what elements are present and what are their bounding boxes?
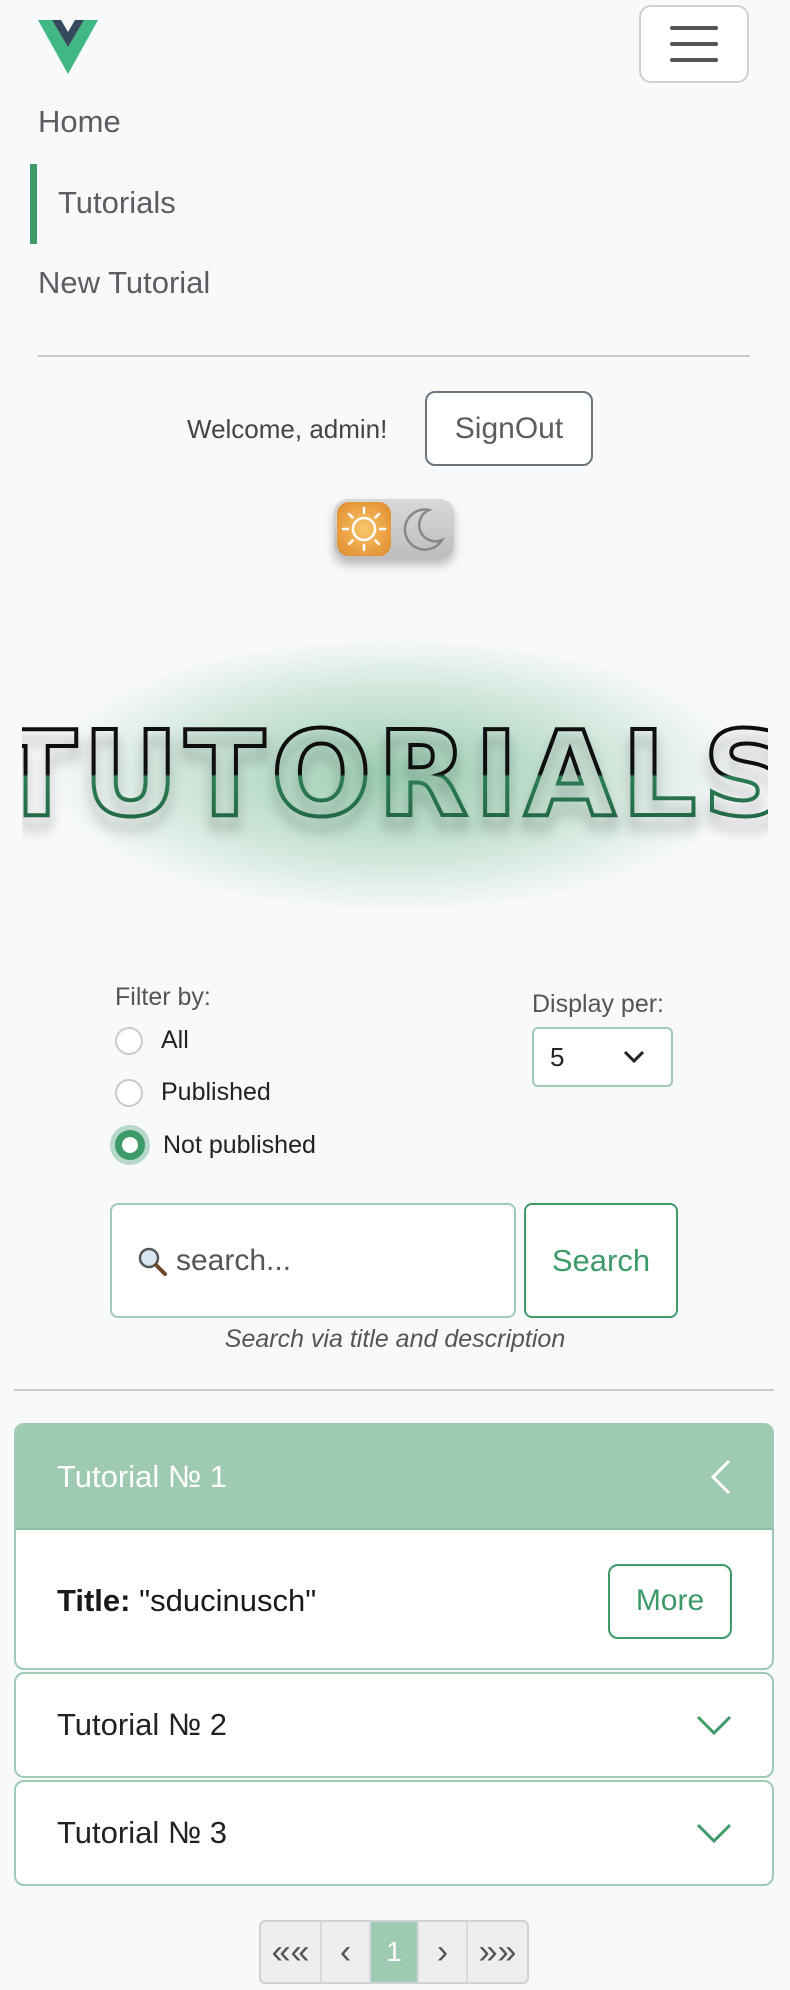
theme-toggle[interactable] <box>334 499 454 559</box>
display-per-label: Display per: <box>532 990 664 1018</box>
search-hint: Search via title and description <box>224 1325 566 1353</box>
prev-page-button[interactable]: ‹ <box>322 1922 371 1982</box>
signout-button[interactable]: SignOut <box>425 391 593 466</box>
nav-item-tutorials[interactable]: Tutorials <box>58 185 176 221</box>
hamburger-icon <box>670 26 718 30</box>
tutorial-item: Tutorial № 2 <box>14 1672 774 1778</box>
tutorial-item: Tutorial № 1 Title: "sducinusch" More <box>14 1423 774 1670</box>
moon-icon <box>403 508 446 551</box>
nav-active-indicator <box>30 164 37 244</box>
filter-option-not-published[interactable]: Not published <box>115 1130 316 1160</box>
radio-all[interactable] <box>115 1026 143 1055</box>
sun-icon <box>337 502 391 556</box>
chevron-down-icon <box>696 1715 732 1736</box>
welcome-text: Welcome, admin! <box>187 414 388 444</box>
svg-text:TUTORIALS: TUTORIALS <box>22 705 768 843</box>
tutorial-title: Title: "sducinusch" <box>57 1583 317 1618</box>
page-1-button[interactable]: 1 <box>371 1922 419 1982</box>
pagination: «« ‹ 1 › »» <box>259 1920 529 1984</box>
page-banner-title: TUTORIALS TUTORIALS <box>22 703 768 845</box>
search-icon <box>138 1247 167 1276</box>
nav-item-new-tutorial[interactable]: New Tutorial <box>38 265 210 301</box>
search-button[interactable]: Search <box>524 1203 678 1318</box>
tutorial-header[interactable]: Tutorial № 1 <box>16 1425 772 1530</box>
chevron-down-icon <box>696 1823 732 1844</box>
menu-toggle-button[interactable] <box>639 5 749 83</box>
chevron-down-icon <box>623 1050 645 1064</box>
display-per-select[interactable]: 5 <box>532 1027 673 1087</box>
radio-published[interactable] <box>115 1078 143 1107</box>
tutorial-item: Tutorial № 3 <box>14 1780 774 1886</box>
nav-item-home[interactable]: Home <box>38 104 121 140</box>
nav-divider <box>38 355 750 357</box>
tutorial-header[interactable]: Tutorial № 2 <box>16 1674 772 1776</box>
filter-option-published[interactable]: Published <box>115 1078 271 1107</box>
last-page-button[interactable]: »» <box>468 1922 527 1982</box>
more-button[interactable]: More <box>608 1563 732 1639</box>
filter-option-all[interactable]: All <box>115 1026 189 1055</box>
tutorial-header[interactable]: Tutorial № 3 <box>16 1782 772 1884</box>
next-page-button[interactable]: › <box>419 1922 468 1982</box>
vue-logo[interactable] <box>38 20 98 74</box>
filter-label: Filter by: <box>115 983 211 1011</box>
first-page-button[interactable]: «« <box>261 1922 322 1982</box>
radio-not-published[interactable] <box>115 1130 145 1160</box>
tutorial-body: Title: "sducinusch" More <box>16 1530 772 1668</box>
chevron-left-icon <box>710 1459 731 1494</box>
content-divider <box>14 1389 774 1391</box>
search-input[interactable]: search... <box>110 1203 516 1318</box>
